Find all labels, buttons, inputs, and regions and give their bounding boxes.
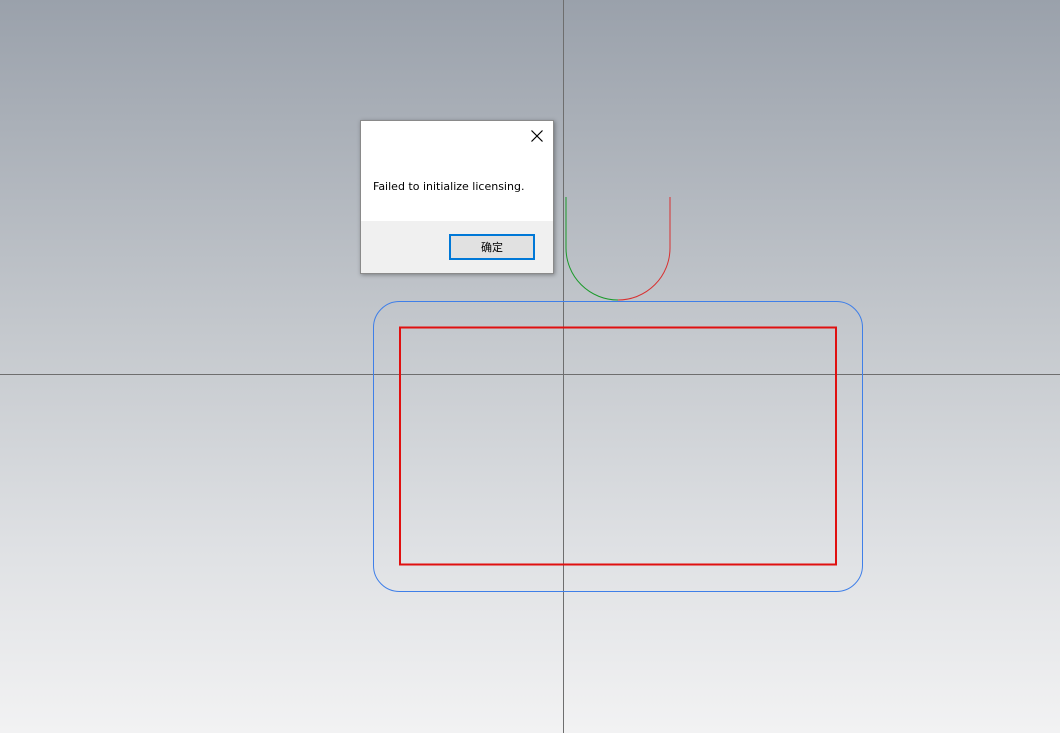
outer-rounded-profile[interactable] (373, 301, 863, 592)
dialog-footer: 确定 (361, 221, 553, 273)
dialog-close-button[interactable] (527, 126, 547, 146)
error-dialog: Failed to initialize licensing. 确定 (360, 120, 554, 274)
ok-button[interactable]: 确定 (449, 234, 535, 260)
inner-rectangle[interactable] (399, 326, 837, 566)
arc-left-segment[interactable] (565, 197, 619, 301)
close-icon (531, 130, 543, 142)
dialog-message: Failed to initialize licensing. (373, 180, 525, 193)
cad-viewport[interactable] (0, 0, 1060, 733)
sketch-canvas[interactable] (0, 0, 1060, 733)
arc-right-segment[interactable] (617, 197, 671, 301)
